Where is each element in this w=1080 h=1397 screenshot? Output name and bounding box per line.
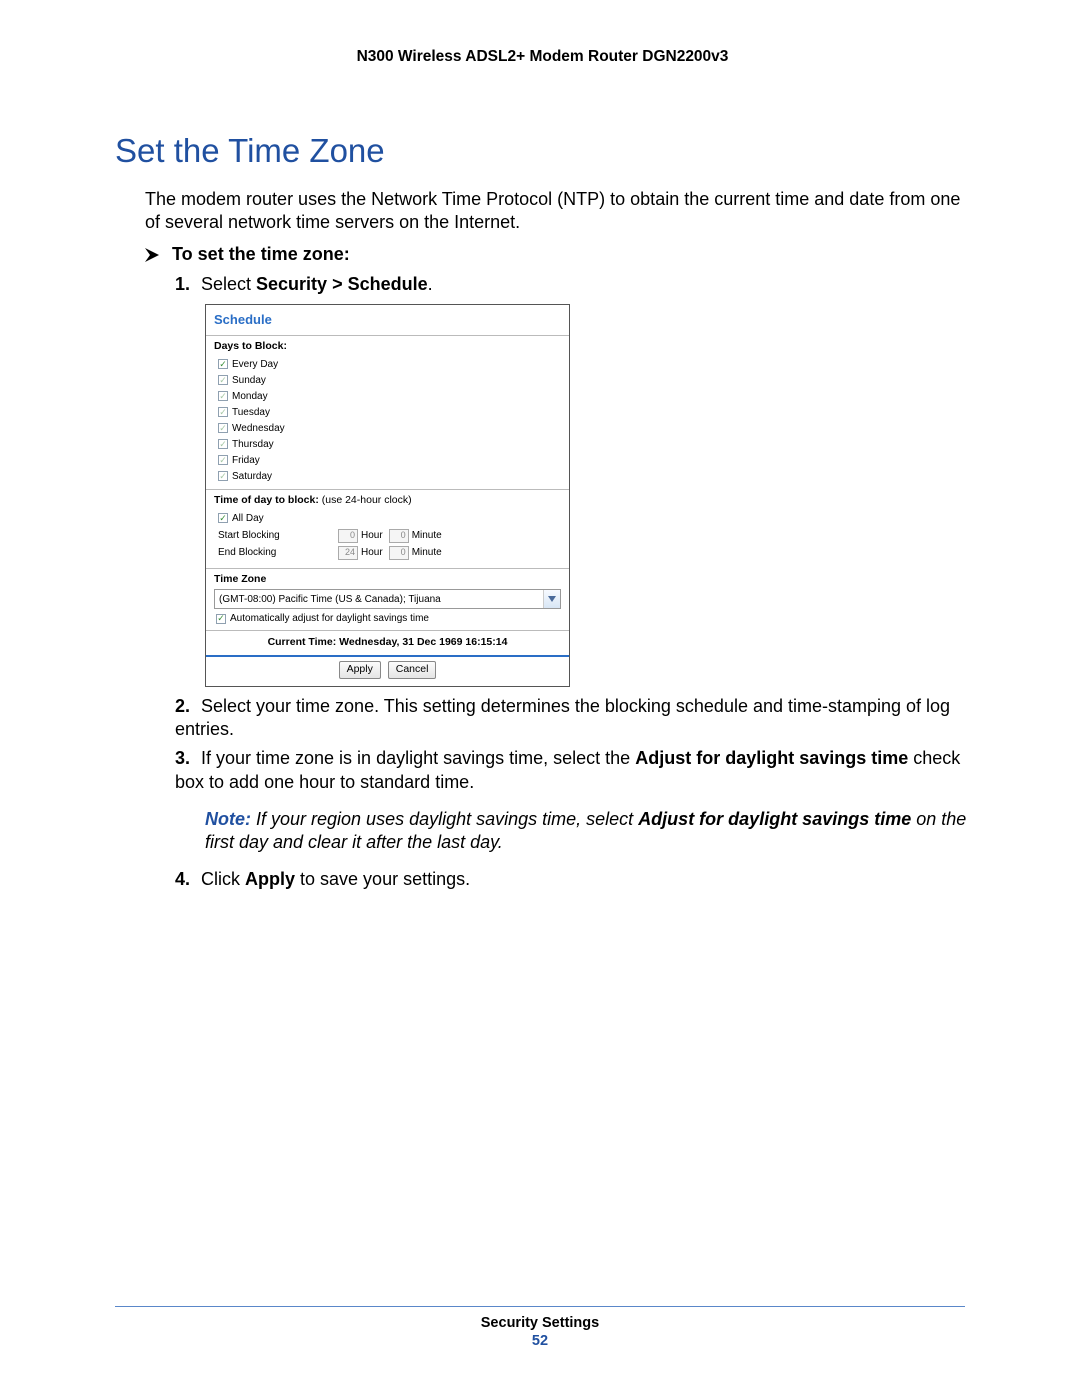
- day-label: Saturday: [232, 470, 272, 483]
- checkbox-icon[interactable]: [218, 359, 228, 369]
- start-blocking-row: Start Blocking 0Hour 0Minute: [218, 529, 561, 543]
- step-4-post: to save your settings.: [295, 869, 470, 889]
- step-3-pre: If your time zone is in daylight savings…: [201, 748, 635, 768]
- step-3-bold: Adjust for daylight savings time: [635, 748, 908, 768]
- day-label: Sunday: [232, 374, 266, 387]
- steps-list-continued: 4.Click Apply to save your settings.: [175, 868, 970, 891]
- end-hour-input[interactable]: 24: [338, 546, 358, 560]
- checkbox-icon[interactable]: [218, 455, 228, 465]
- router-panel-title: Schedule: [206, 305, 569, 336]
- checkbox-icon[interactable]: [218, 423, 228, 433]
- document-header: N300 Wireless ADSL2+ Modem Router DGN220…: [115, 40, 970, 122]
- footer-section: Security Settings: [0, 1315, 1080, 1331]
- page-number: 52: [0, 1333, 1080, 1349]
- step-1-pre: Select: [201, 274, 256, 294]
- intro-paragraph: The modem router uses the Network Time P…: [145, 188, 970, 234]
- step-4: 4.Click Apply to save your settings.: [175, 868, 970, 891]
- step-4-bold: Apply: [245, 869, 295, 889]
- day-label: Monday: [232, 390, 268, 403]
- note-bold: Adjust for daylight savings time: [638, 809, 911, 829]
- minute-unit: Minute: [412, 546, 442, 559]
- step-3: 3.If your time zone is in daylight savin…: [175, 747, 970, 794]
- dst-row[interactable]: Automatically adjust for daylight saving…: [216, 612, 561, 625]
- step-2-num: 2.: [175, 695, 201, 718]
- end-blocking-label: End Blocking: [218, 546, 338, 559]
- all-day-label: All Day: [232, 512, 264, 525]
- page-footer: Security Settings 52: [0, 1306, 1080, 1349]
- note-label: Note:: [205, 809, 251, 829]
- day-row-tuesday[interactable]: Tuesday: [218, 405, 561, 420]
- step-3-num: 3.: [175, 747, 201, 770]
- days-to-block-label: Days to Block:: [214, 340, 561, 356]
- day-label: Wednesday: [232, 422, 285, 435]
- checkbox-icon[interactable]: [216, 614, 226, 624]
- current-time-label: Current Time: Wednesday, 31 Dec 1969 16:…: [206, 630, 569, 655]
- time-zone-label: Time Zone: [214, 573, 561, 589]
- time-of-day-section: Time of day to block: (use 24-hour clock…: [206, 490, 569, 569]
- router-ui: Schedule Days to Block: Every Day Sunday…: [205, 304, 570, 686]
- hour-unit: Hour: [361, 546, 383, 559]
- task-heading: To set the time zone:: [145, 244, 970, 265]
- start-blocking-label: Start Blocking: [218, 529, 338, 542]
- step-2: 2.Select your time zone. This setting de…: [175, 695, 970, 742]
- day-row-every-day[interactable]: Every Day: [218, 357, 561, 372]
- hour-unit: Hour: [361, 529, 383, 542]
- chevron-down-icon[interactable]: [543, 590, 560, 608]
- checkbox-icon[interactable]: [218, 375, 228, 385]
- footer-divider: [115, 1306, 965, 1307]
- steps-list: 1.Select Security > Schedule. Schedule D…: [175, 273, 970, 794]
- step-4-pre: Click: [201, 869, 245, 889]
- all-day-row[interactable]: All Day: [218, 511, 561, 526]
- step-4-num: 4.: [175, 868, 201, 891]
- day-row-sunday[interactable]: Sunday: [218, 373, 561, 388]
- step-1-bold: Security > Schedule: [256, 274, 428, 294]
- start-minute-input[interactable]: 0: [389, 529, 409, 543]
- step-2-text: Select your time zone. This setting dete…: [175, 696, 950, 739]
- days-to-block-section: Days to Block: Every Day Sunday Monday T…: [206, 336, 569, 490]
- day-row-monday[interactable]: Monday: [218, 389, 561, 404]
- start-hour-input[interactable]: 0: [338, 529, 358, 543]
- time-of-day-label: Time of day to block: (use 24-hour clock…: [214, 494, 561, 510]
- minute-unit: Minute: [412, 529, 442, 542]
- cancel-button[interactable]: Cancel: [388, 661, 437, 679]
- button-bar: Apply Cancel: [206, 655, 569, 686]
- note-block: Note: If your region uses daylight savin…: [205, 808, 970, 854]
- note-pre: If your region uses daylight savings tim…: [251, 809, 638, 829]
- day-label: Friday: [232, 454, 260, 467]
- checkbox-icon[interactable]: [218, 439, 228, 449]
- step-1-post: .: [428, 274, 433, 294]
- end-minute-input[interactable]: 0: [389, 546, 409, 560]
- task-arrow-icon: [145, 244, 167, 265]
- day-row-thursday[interactable]: Thursday: [218, 437, 561, 452]
- end-blocking-row: End Blocking 24Hour 0Minute: [218, 546, 561, 560]
- day-row-friday[interactable]: Friday: [218, 453, 561, 468]
- schedule-screenshot: Schedule Days to Block: Every Day Sunday…: [205, 304, 970, 686]
- step-1: 1.Select Security > Schedule. Schedule D…: [175, 273, 970, 686]
- time-zone-value: (GMT-08:00) Pacific Time (US & Canada); …: [215, 593, 543, 606]
- day-label: Thursday: [232, 438, 274, 451]
- task-title-text: To set the time zone:: [172, 244, 350, 264]
- time-zone-select[interactable]: (GMT-08:00) Pacific Time (US & Canada); …: [214, 589, 561, 609]
- day-label: Tuesday: [232, 406, 270, 419]
- checkbox-icon[interactable]: [218, 407, 228, 417]
- section-title: Set the Time Zone: [115, 132, 970, 170]
- step-1-num: 1.: [175, 273, 201, 296]
- time-zone-section: Time Zone (GMT-08:00) Pacific Time (US &…: [206, 569, 569, 631]
- apply-button[interactable]: Apply: [339, 661, 381, 679]
- day-label: Every Day: [232, 358, 278, 371]
- day-row-wednesday[interactable]: Wednesday: [218, 421, 561, 436]
- checkbox-icon[interactable]: [218, 471, 228, 481]
- checkbox-icon[interactable]: [218, 513, 228, 523]
- checkbox-icon[interactable]: [218, 391, 228, 401]
- manual-page: N300 Wireless ADSL2+ Modem Router DGN220…: [0, 0, 1080, 1397]
- dst-label: Automatically adjust for daylight saving…: [230, 612, 429, 625]
- day-row-saturday[interactable]: Saturday: [218, 469, 561, 484]
